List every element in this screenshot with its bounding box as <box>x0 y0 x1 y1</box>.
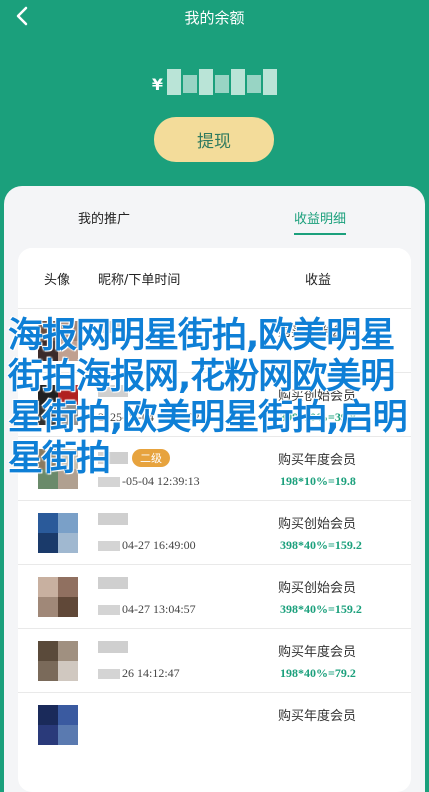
income-calc: 398*10%=39.8 <box>280 410 356 424</box>
header-nick-time: 昵称/下单时间 <box>98 272 181 288</box>
income-calc: 198*10%=19.8 <box>280 474 356 488</box>
balance-display: ¥ <box>0 62 429 102</box>
top-bar: 我的余额 <box>0 0 429 34</box>
tab-my-promotion[interactable]: 我的推广 <box>78 208 130 227</box>
income-calc: 398*40%=159.2 <box>280 602 362 616</box>
income-calc: 198*40%=79.2 <box>280 666 356 680</box>
balance-amount-blurred <box>167 69 278 95</box>
table-row[interactable]: 二级 -05-04 12:39:13 购买年度会员 198*10%=19.8 <box>18 436 411 500</box>
withdraw-button[interactable]: 提现 <box>154 117 274 162</box>
product-name: 购买创始会员 <box>278 325 357 340</box>
nickname <box>98 577 132 589</box>
table-row[interactable]: 04-27 13:04:57 购买创始会员 398*40%=159.2 <box>18 564 411 628</box>
page-title: 我的余额 <box>184 9 245 27</box>
nickname <box>98 385 132 397</box>
nickname: 二级 <box>98 449 170 467</box>
product-name: 购买年度会员 <box>278 645 357 660</box>
nickname <box>98 321 132 333</box>
table-row[interactable]: 04-27 16:49:00 购买创始会员 398*40%=159.2 <box>18 500 411 564</box>
tab-bar: 我的推广 收益明细 <box>4 208 425 238</box>
table-row[interactable]: 26 14:12:47 购买年度会员 198*40%=79.2 <box>18 628 411 692</box>
order-time: 26 14:12:47 <box>98 666 180 681</box>
product-name: 购买创始会员 <box>278 389 357 404</box>
avatar <box>38 449 78 489</box>
income-calc: 398*40%=159.2 <box>280 538 362 552</box>
header-income: 收益 <box>305 272 332 288</box>
tab-income-details[interactable]: 收益明细 <box>294 208 347 235</box>
avatar <box>38 321 78 361</box>
product-name: 购买创始会员 <box>278 517 357 532</box>
avatar <box>38 513 78 553</box>
avatar <box>38 641 78 681</box>
currency-symbol: ¥ <box>151 74 164 94</box>
table-row[interactable]: 购买创始会员 <box>18 308 411 372</box>
product-name: 购买年度会员 <box>278 453 357 468</box>
product-name: 购买年度会员 <box>278 709 357 724</box>
avatar <box>38 385 78 425</box>
content-panel: 我的推广 收益明细 头像 昵称/下单时间 收益 购买创始会员 2025-05-0… <box>4 186 425 792</box>
header-avatar: 头像 <box>44 272 71 288</box>
table-row[interactable]: 2025-05-04 13:37:02 购买创始会员 398*10%=39.8 <box>18 372 411 436</box>
product-name: 购买创始会员 <box>278 581 357 596</box>
nickname <box>98 513 132 525</box>
table-header: 头像 昵称/下单时间 收益 <box>18 248 411 308</box>
nickname <box>98 641 132 653</box>
order-time: 2025-05-04 13:37:02 <box>98 410 200 424</box>
table-row[interactable]: 购买年度会员 <box>18 692 411 756</box>
order-time: 04-27 16:49:00 <box>98 538 196 553</box>
order-time: 04-27 13:04:57 <box>98 602 196 617</box>
order-time: -05-04 12:39:13 <box>98 474 200 489</box>
income-table: 头像 昵称/下单时间 收益 购买创始会员 2025-05-04 13:37:02… <box>18 248 411 792</box>
avatar <box>38 577 78 617</box>
level-badge: 二级 <box>132 449 170 467</box>
avatar <box>38 705 78 745</box>
